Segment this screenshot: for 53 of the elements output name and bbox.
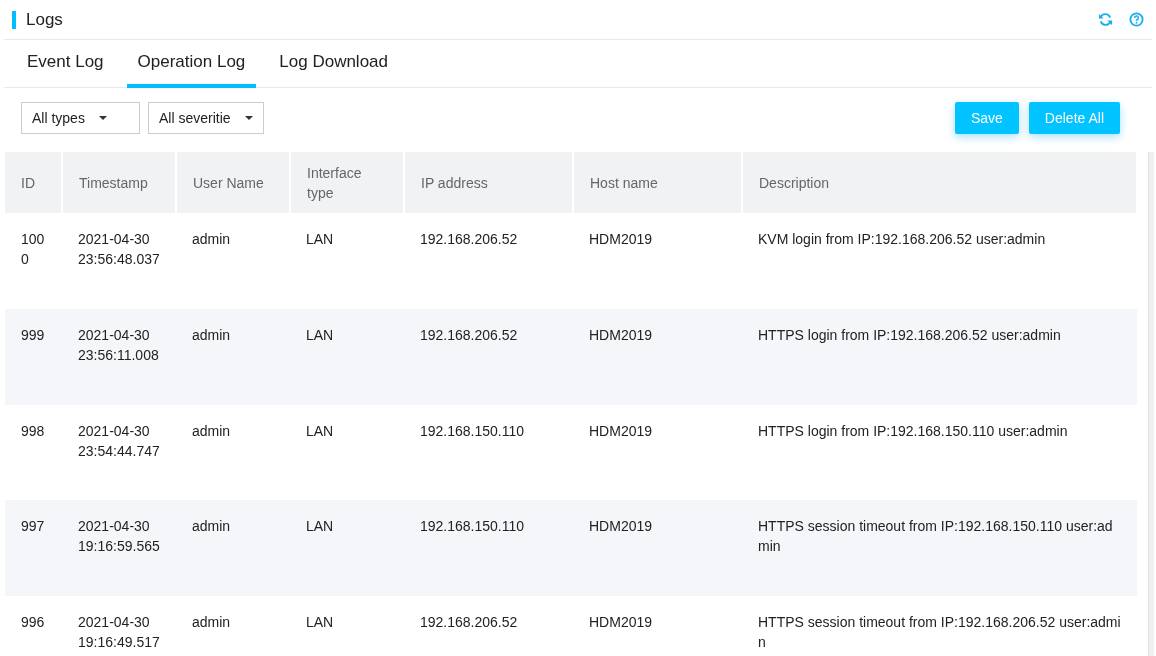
page-title: Logs: [12, 10, 63, 29]
table-cell: 192.168.206.52: [404, 213, 573, 309]
tab[interactable]: Operation Log: [126, 40, 257, 88]
table-cell: HTTPS session timeout from IP:192.168.206.52 user:admin: [742, 596, 1137, 656]
table-cell: admin: [176, 404, 290, 501]
table-cell: 1000: [5, 213, 62, 309]
column-header: ID: [5, 152, 62, 213]
table-cell: admin: [176, 308, 290, 405]
table-cell: 2021-04-30 19:16:49.517: [62, 596, 176, 656]
help-icon[interactable]: [1129, 12, 1144, 27]
table-cell: 2021-04-30 23:56:48.037: [62, 213, 176, 309]
table-cell: HDM2019: [573, 404, 742, 501]
table-cell: HDM2019: [573, 308, 742, 405]
column-header: Interface type: [290, 152, 404, 213]
table-cell: 998: [5, 404, 62, 501]
table-cell: HDM2019: [573, 500, 742, 597]
table-cell: admin: [176, 500, 290, 597]
table-cell: HTTPS login from IP:192.168.150.110 user:admin: [742, 404, 1137, 501]
table-cell: admin: [176, 596, 290, 656]
table-cell: 192.168.150.110: [404, 500, 573, 597]
table-cell: LAN: [290, 308, 404, 405]
table-cell: 192.168.150.110: [404, 404, 573, 501]
table-cell: HDM2019: [573, 213, 742, 309]
column-header: IP address: [404, 152, 573, 213]
caret-icon: [98, 116, 107, 120]
table-cell: 2021-04-30 19:16:59.565: [62, 500, 176, 597]
tab[interactable]: Log Download: [268, 40, 399, 88]
caret-icon: [244, 116, 253, 120]
table-cell: HTTPS login from IP:192.168.206.52 user:admin: [742, 308, 1137, 405]
table-cell: HTTPS session timeout from IP:192.168.150.110 user:admin: [742, 500, 1137, 597]
table-cell: 996: [5, 596, 62, 656]
table-cell: 997: [5, 500, 62, 597]
filter-dropdown[interactable]: All severitie: [148, 102, 264, 134]
refresh-icon[interactable]: [1098, 12, 1113, 27]
table-cell: LAN: [290, 213, 404, 309]
tab[interactable]: Event Log: [16, 40, 115, 88]
table-cell: LAN: [290, 404, 404, 501]
column-header: Timestamp: [62, 152, 176, 213]
table-cell: 2021-04-30 23:54:44.747: [62, 404, 176, 501]
table-cell: LAN: [290, 500, 404, 597]
column-header: Description: [742, 152, 1137, 213]
table-cell: LAN: [290, 596, 404, 656]
table-cell: 192.168.206.52: [404, 308, 573, 405]
column-header: User Name: [176, 152, 290, 213]
filter-dropdown[interactable]: All types: [21, 102, 140, 134]
table-cell: 2021-04-30 23:56:11.008: [62, 308, 176, 405]
column-header: Host name: [573, 152, 742, 213]
table-cell: 999: [5, 308, 62, 405]
table-cell: KVM login from IP:192.168.206.52 user:admin: [742, 213, 1137, 309]
table-cell: 192.168.206.52: [404, 596, 573, 656]
scrollbar[interactable]: [1148, 152, 1154, 656]
table-cell: admin: [176, 213, 290, 309]
table-cell: HDM2019: [573, 596, 742, 656]
